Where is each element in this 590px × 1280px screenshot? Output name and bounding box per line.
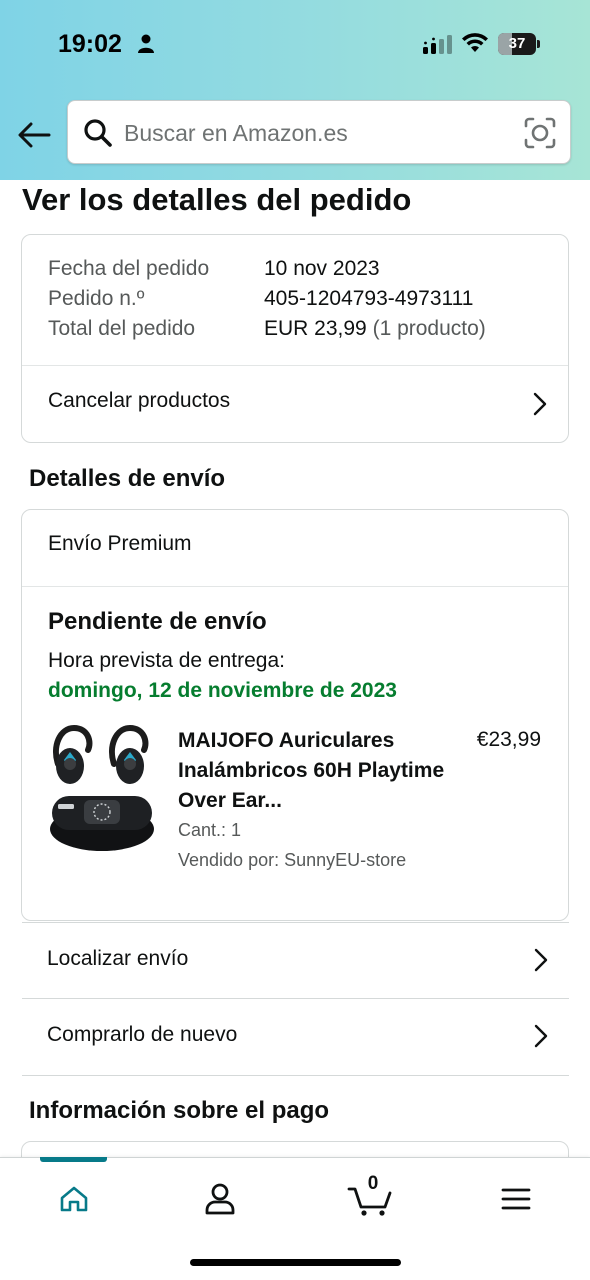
status-time: 19:02 bbox=[58, 30, 122, 58]
shipping-section-title: Detalles de envío bbox=[29, 465, 226, 492]
shipment-status: Pendiente de envío bbox=[48, 608, 267, 635]
search-icon bbox=[83, 118, 113, 153]
wifi-icon bbox=[461, 32, 489, 59]
shipping-type: Envío Premium bbox=[48, 532, 192, 555]
order-total-amount: EUR 23,99 bbox=[264, 317, 367, 340]
order-date-value: 10 nov 2023 bbox=[264, 257, 380, 280]
search-bar[interactable] bbox=[67, 100, 571, 164]
chevron-right-icon bbox=[532, 391, 548, 422]
person-icon bbox=[205, 1183, 235, 1215]
nav-account[interactable] bbox=[190, 1176, 250, 1222]
cancel-products-link[interactable]: Cancelar productos bbox=[22, 366, 568, 443]
person-status-icon bbox=[137, 34, 155, 59]
home-indicator bbox=[190, 1259, 401, 1266]
divider bbox=[22, 1075, 569, 1076]
order-summary-card: Fecha del pedido 10 nov 2023 Pedido n.º … bbox=[21, 234, 569, 443]
back-arrow-icon bbox=[18, 122, 51, 148]
cart-count-badge: 0 bbox=[367, 1173, 379, 1194]
menu-icon bbox=[501, 1188, 531, 1210]
delivery-eta-label: Hora prevista de entrega: bbox=[48, 649, 285, 672]
product-quantity: Cant.: 1 bbox=[178, 820, 242, 840]
cancel-products-label: Cancelar productos bbox=[48, 389, 231, 412]
delivery-eta-date: domingo, 12 de noviembre de 2023 bbox=[48, 679, 397, 702]
product-title[interactable]: MAIJOFO Auriculares Inalámbricos 60H Pla… bbox=[178, 726, 448, 816]
product-price: €23,99 bbox=[476, 728, 541, 751]
product-seller: Vendido por: SunnyEU-store bbox=[178, 850, 407, 870]
back-button[interactable] bbox=[14, 115, 54, 155]
chevron-right-icon bbox=[533, 1023, 549, 1054]
header: 19:02 37 bbox=[0, 0, 590, 180]
battery-percentage: 37 bbox=[508, 35, 526, 52]
nav-home[interactable] bbox=[44, 1176, 104, 1222]
active-tab-indicator bbox=[40, 1157, 107, 1162]
chevron-right-icon bbox=[533, 947, 549, 978]
order-total-value: EUR 23,99 (1 producto) bbox=[264, 317, 486, 341]
nav-menu[interactable] bbox=[486, 1176, 546, 1222]
search-input[interactable] bbox=[124, 111, 514, 155]
camera-lens-icon[interactable] bbox=[524, 117, 556, 154]
payment-section-title: Información sobre el pago bbox=[29, 1097, 330, 1124]
home-icon bbox=[60, 1186, 88, 1212]
product-image[interactable] bbox=[48, 724, 156, 854]
shipment-card: Envío Premium Pendiente de envío Hora pr… bbox=[21, 509, 569, 921]
nav-cart[interactable]: 0 bbox=[340, 1173, 400, 1222]
buy-again-link[interactable]: Comprarlo de nuevo bbox=[22, 998, 569, 1074]
order-total-label: Total del pedido bbox=[48, 317, 196, 340]
track-shipment-label: Localizar envío bbox=[47, 947, 189, 970]
buy-again-label: Comprarlo de nuevo bbox=[47, 1023, 238, 1046]
order-total-item-count: (1 producto) bbox=[372, 317, 486, 340]
order-number-value: 405-1204793-4973111 bbox=[264, 287, 474, 310]
battery-icon: 37 bbox=[498, 33, 541, 55]
page-title: Ver los detalles del pedido bbox=[22, 182, 412, 217]
order-date-label: Fecha del pedido bbox=[48, 257, 210, 280]
cellular-signal-icon bbox=[423, 34, 453, 59]
track-shipment-link[interactable]: Localizar envío bbox=[22, 922, 569, 998]
order-number-label: Pedido n.º bbox=[48, 287, 145, 310]
